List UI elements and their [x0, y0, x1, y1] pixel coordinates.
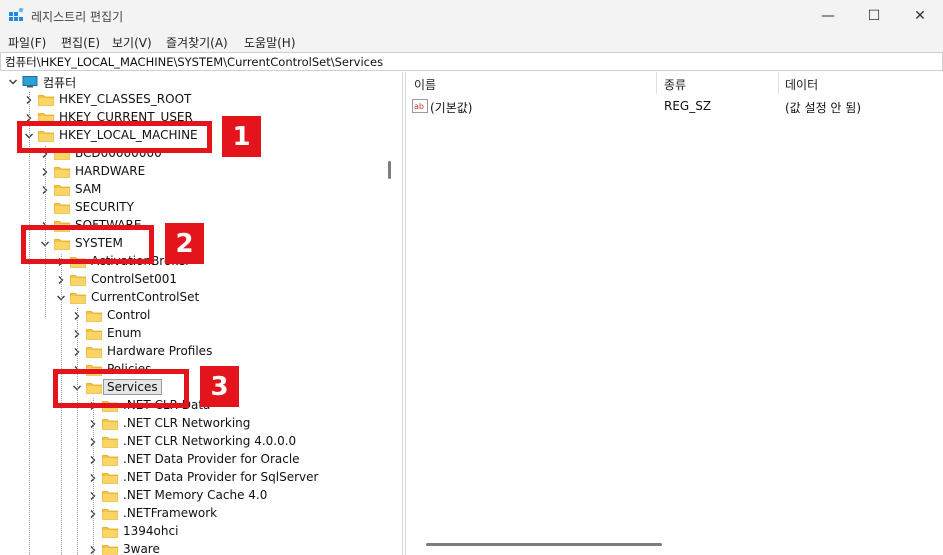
address-bar[interactable]: 컴퓨터\HKEY_LOCAL_MACHINE\SYSTEM\CurrentCon…: [0, 52, 943, 71]
folder-icon: [102, 419, 118, 430]
tree-node-label[interactable]: .NET CLR Networking 4.0.0.0: [123, 434, 296, 448]
folder-icon: [54, 203, 70, 214]
folder-icon: [102, 509, 118, 520]
highlight-box-hklm: [17, 121, 212, 153]
address-path[interactable]: 컴퓨터\HKEY_LOCAL_MACHINE\SYSTEM\CurrentCon…: [5, 54, 383, 70]
close-button[interactable]: ✕: [897, 0, 943, 31]
folder-icon: [102, 473, 118, 484]
column-header-name[interactable]: 이름: [414, 76, 436, 93]
menu-favorites[interactable]: 즐겨찾기(A): [166, 34, 228, 51]
step-badge-1: 1: [222, 116, 261, 157]
menu-help[interactable]: 도움말(H): [244, 34, 296, 51]
tree-node[interactable]: .NETFramework: [0, 505, 385, 523]
string-value-icon: ab: [412, 99, 428, 113]
tree-node-label[interactable]: Control: [107, 308, 150, 322]
tree-node[interactable]: Enum: [0, 325, 385, 343]
tree-node[interactable]: ControlSet001: [0, 271, 385, 289]
tree-node-label[interactable]: SECURITY: [75, 200, 134, 214]
tree-node-label[interactable]: SAM: [75, 182, 101, 196]
maximize-icon: ☐: [867, 7, 881, 24]
tree-node[interactable]: .NET Memory Cache 4.0: [0, 487, 385, 505]
tree-node[interactable]: .NET Data Provider for SqlServer: [0, 469, 385, 487]
tree-node[interactable]: .NET CLR Networking: [0, 415, 385, 433]
tree-node[interactable]: 1394ohci: [0, 523, 385, 541]
tree-node-label[interactable]: Enum: [107, 326, 141, 340]
tree-node-label[interactable]: 컴퓨터: [43, 74, 76, 91]
column-header-data[interactable]: 데이터: [785, 76, 818, 93]
menu-bar: 파일(F) 편집(E) 보기(V) 즐겨찾기(A) 도움말(H): [0, 31, 943, 52]
tree-node[interactable]: SECURITY: [0, 199, 385, 217]
folder-icon: [70, 293, 86, 304]
tree-node-label[interactable]: .NET Memory Cache 4.0: [123, 488, 267, 502]
folder-icon: [102, 491, 118, 502]
tree-guide-line: [29, 92, 30, 555]
chevron-down-icon[interactable]: [8, 77, 18, 87]
menu-edit[interactable]: 편집(E): [61, 34, 100, 51]
folder-icon: [38, 95, 54, 106]
tree-scrollbar[interactable]: [388, 161, 391, 179]
tree-node[interactable]: Hardware Profiles: [0, 343, 385, 361]
tree-node-label[interactable]: CurrentControlSet: [91, 290, 199, 304]
value-data: (값 설정 안 됨): [785, 101, 862, 115]
tree-node-label[interactable]: 1394ohci: [123, 524, 178, 538]
tree-node[interactable]: 3ware: [0, 541, 385, 555]
tree-guide-line: [77, 308, 78, 555]
highlight-box-services: [53, 369, 189, 408]
tree-node-label[interactable]: ControlSet001: [91, 272, 177, 286]
value-name: (기본값): [430, 101, 473, 115]
window-title: 레지스트리 편집기: [31, 10, 124, 24]
minimize-button[interactable]: —: [805, 0, 851, 31]
column-header-type[interactable]: 종류: [664, 76, 686, 93]
step-badge-2: 2: [165, 223, 204, 264]
folder-icon: [102, 527, 118, 538]
step-badge-3: 3: [200, 366, 239, 407]
folder-icon: [86, 329, 102, 340]
column-divider[interactable]: [656, 72, 657, 94]
computer-icon: [22, 76, 38, 88]
tree-node-label[interactable]: 3ware: [123, 542, 160, 555]
registry-editor-icon: [9, 8, 24, 21]
tree-node-label[interactable]: HARDWARE: [75, 164, 145, 178]
tree-node[interactable]: 컴퓨터: [0, 73, 385, 91]
list-horizontal-scrollbar[interactable]: [426, 543, 662, 546]
folder-icon: [54, 167, 70, 178]
maximize-button[interactable]: ☐: [851, 0, 897, 31]
folder-icon: [102, 545, 118, 555]
minimize-icon: —: [821, 7, 835, 24]
values-list-pane[interactable]: 이름 종류 데이터 ab (기본값) REG_SZ (값 설정 안 됨): [405, 72, 943, 555]
tree-node-label[interactable]: HKEY_CLASSES_ROOT: [59, 92, 191, 106]
tree-node-label[interactable]: .NETFramework: [123, 506, 217, 520]
tree-node[interactable]: HARDWARE: [0, 163, 385, 181]
value-type: REG_SZ: [664, 99, 712, 113]
folder-icon: [86, 347, 102, 358]
svg-text:ab: ab: [414, 102, 424, 111]
folder-icon: [86, 311, 102, 322]
menu-file[interactable]: 파일(F): [8, 34, 46, 51]
folder-icon: [102, 437, 118, 448]
tree-node-label[interactable]: .NET CLR Networking: [123, 416, 250, 430]
tree-guide-line: [93, 398, 94, 555]
close-icon: ✕: [914, 7, 926, 24]
tree-node[interactable]: .NET Data Provider for Oracle: [0, 451, 385, 469]
column-divider[interactable]: [778, 72, 779, 94]
tree-node[interactable]: HKEY_CLASSES_ROOT: [0, 91, 385, 109]
tree-node-label[interactable]: Hardware Profiles: [107, 344, 212, 358]
tree-node[interactable]: .NET CLR Networking 4.0.0.0: [0, 433, 385, 451]
tree-node[interactable]: SAM: [0, 181, 385, 199]
folder-icon: [70, 275, 86, 286]
tree-node[interactable]: CurrentControlSet: [0, 289, 385, 307]
menu-view[interactable]: 보기(V): [112, 34, 152, 51]
folder-icon: [102, 455, 118, 466]
highlight-box-system: [21, 225, 154, 264]
tree-node[interactable]: Control: [0, 307, 385, 325]
title-bar: 레지스트리 편집기 — ☐ ✕: [0, 0, 943, 31]
tree-node-label[interactable]: .NET Data Provider for Oracle: [123, 452, 300, 466]
tree-node-label[interactable]: .NET Data Provider for SqlServer: [123, 470, 318, 484]
folder-icon: [54, 185, 70, 196]
